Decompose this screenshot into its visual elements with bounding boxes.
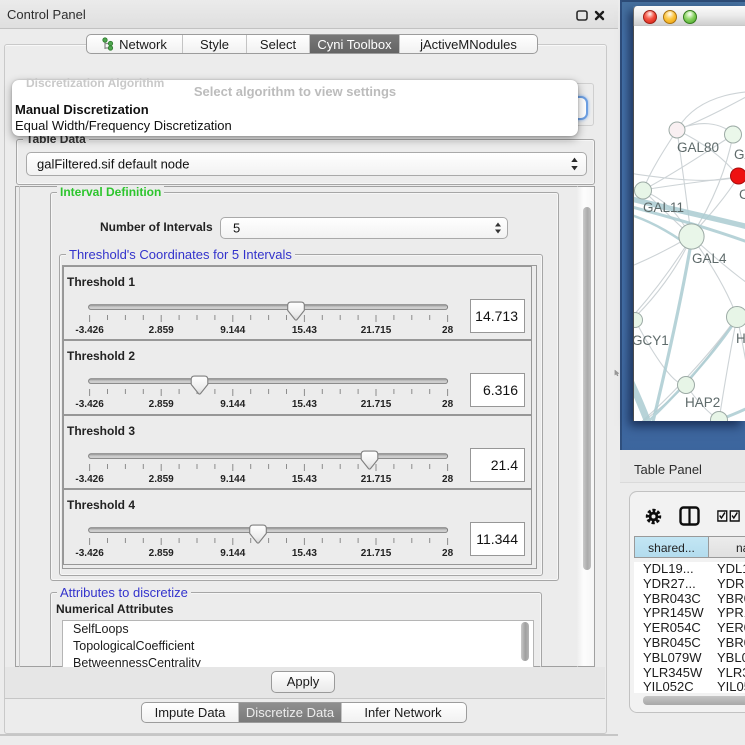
svg-text:GAL4: GAL4 [692, 251, 727, 266]
svg-text:H: H [736, 331, 745, 346]
svg-text:GCY1: GCY1 [634, 333, 669, 348]
svg-text:GAL80: GAL80 [677, 140, 719, 155]
svg-text:GAL11: GAL11 [643, 200, 684, 215]
svg-text:C: C [739, 187, 745, 202]
svg-text:GA: GA [734, 147, 745, 162]
svg-text:HAP2: HAP2 [685, 395, 720, 410]
